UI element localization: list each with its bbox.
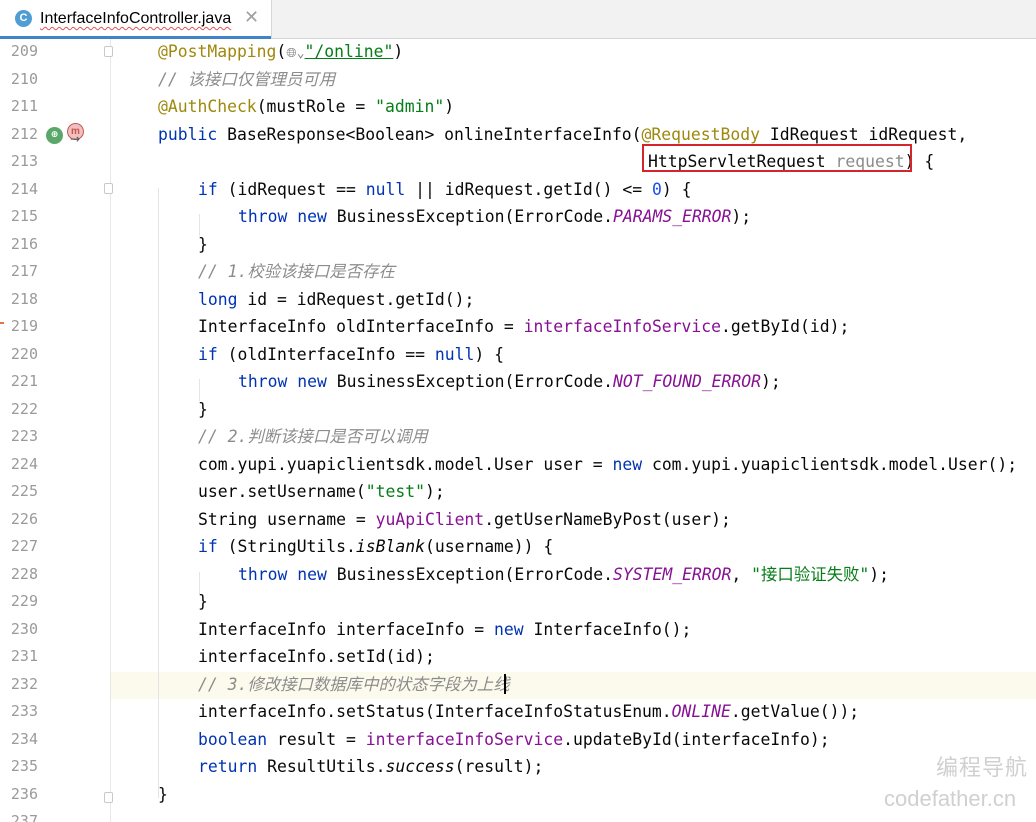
code-line: com.yupi.yuapiclientsdk.model.User user … bbox=[198, 454, 1018, 474]
line-number: 211 bbox=[10, 97, 38, 115]
tab-interfaceinfocontroller[interactable]: C InterfaceInfoController.java ✕ bbox=[0, 0, 272, 39]
line-number: 217 bbox=[10, 262, 38, 280]
code-line: InterfaceInfo interfaceInfo = new Interf… bbox=[198, 619, 692, 639]
code-line: if (oldInterfaceInfo == null) { bbox=[198, 344, 504, 364]
arrow-icon: → bbox=[70, 132, 81, 146]
code-line: } bbox=[198, 234, 208, 254]
editor-tab-bar: C InterfaceInfoController.java ✕ bbox=[0, 0, 1036, 39]
line-number: 210 bbox=[10, 69, 38, 88]
code-line: user.setUsername("test"); bbox=[198, 482, 445, 501]
watermark-title: 编程导航 bbox=[936, 755, 1029, 780]
code-line: @AuthCheck(mustRole = "admin") bbox=[158, 97, 455, 116]
line-number: 234 bbox=[10, 729, 38, 748]
code-line: String username = yuApiClient.getUserNam… bbox=[198, 509, 731, 529]
line-number: 235 bbox=[10, 757, 38, 775]
class-icon: C bbox=[15, 10, 32, 27]
line-number: 233 bbox=[10, 702, 38, 720]
code-line: // 1.校验该接口是否存在 bbox=[198, 262, 395, 281]
line-number: 218 bbox=[10, 289, 38, 308]
code-line: long id = idRequest.getId(); bbox=[198, 289, 475, 309]
code-line: } bbox=[198, 592, 208, 611]
line-number: 220 bbox=[10, 344, 38, 363]
line-number: 209 bbox=[10, 42, 38, 60]
text-caret bbox=[504, 674, 506, 694]
line-number: 222 bbox=[10, 399, 38, 418]
line-number: 212 bbox=[10, 124, 38, 143]
line-number: 214 bbox=[10, 179, 38, 198]
watermark-url: codefather.cn bbox=[884, 786, 1017, 811]
code-line: throw new BusinessException(ErrorCode.PA… bbox=[238, 207, 752, 226]
code-line: if (StringUtils.isBlank(username)) { bbox=[198, 537, 554, 556]
line-number: 224 bbox=[10, 454, 38, 473]
code-line: // 该接口仅管理员可用 bbox=[158, 69, 336, 89]
line-number: 215 bbox=[10, 207, 38, 225]
tab-title[interactable]: InterfaceInfoController.java bbox=[40, 9, 231, 29]
line-number: 223 bbox=[10, 427, 38, 445]
line-number: 227 bbox=[10, 537, 38, 555]
endpoint-globe-icon[interactable]: ⊕ bbox=[46, 127, 63, 144]
line-number: 219 bbox=[10, 317, 38, 335]
code-line: // 3.修改接口数据库中的状态字段为上线 bbox=[198, 674, 510, 694]
code-line: interfaceInfo.setId(id); bbox=[198, 647, 435, 666]
code-line: InterfaceInfo oldInterfaceInfo = interfa… bbox=[198, 317, 850, 336]
line-number: 228 bbox=[10, 564, 38, 583]
line-number: 232 bbox=[10, 674, 38, 693]
highlight-box bbox=[642, 144, 912, 172]
line-number: 230 bbox=[10, 619, 38, 638]
line-number: 237 bbox=[10, 812, 38, 822]
indent-guide bbox=[158, 188, 159, 798]
fold-marker[interactable] bbox=[104, 46, 113, 57]
code-line: boolean result = interfaceInfoService.up… bbox=[198, 729, 830, 749]
code-line: @PostMapping(🌐︎⌄"/online") bbox=[158, 42, 404, 61]
line-number: 216 bbox=[10, 234, 38, 253]
line-number: 231 bbox=[10, 647, 38, 665]
code-line: if (idRequest == null || idRequest.getId… bbox=[198, 179, 692, 199]
fold-marker[interactable] bbox=[104, 183, 113, 194]
code-line: throw new BusinessException(ErrorCode.NO… bbox=[238, 372, 781, 391]
line-number: 226 bbox=[10, 509, 38, 528]
code-line: return ResultUtils.success(result); bbox=[198, 757, 544, 776]
close-icon[interactable]: ✕ bbox=[244, 7, 259, 29]
line-number: 225 bbox=[10, 482, 38, 500]
fold-marker[interactable] bbox=[104, 792, 113, 803]
code-line: // 2.判断该接口是否可以调用 bbox=[198, 427, 428, 446]
code-line: interfaceInfo.setStatus(InterfaceInfoSta… bbox=[198, 702, 860, 721]
line-number: 213 bbox=[10, 152, 38, 170]
line-number: 229 bbox=[10, 592, 38, 610]
line-number: 236 bbox=[10, 784, 38, 803]
code-line: } bbox=[158, 784, 168, 804]
code-line: throw new BusinessException(ErrorCode.SY… bbox=[238, 564, 890, 584]
globe-icon[interactable]: 🌐︎⌄ bbox=[286, 46, 304, 61]
line-number: 221 bbox=[10, 372, 38, 390]
code-line: } bbox=[198, 399, 208, 419]
